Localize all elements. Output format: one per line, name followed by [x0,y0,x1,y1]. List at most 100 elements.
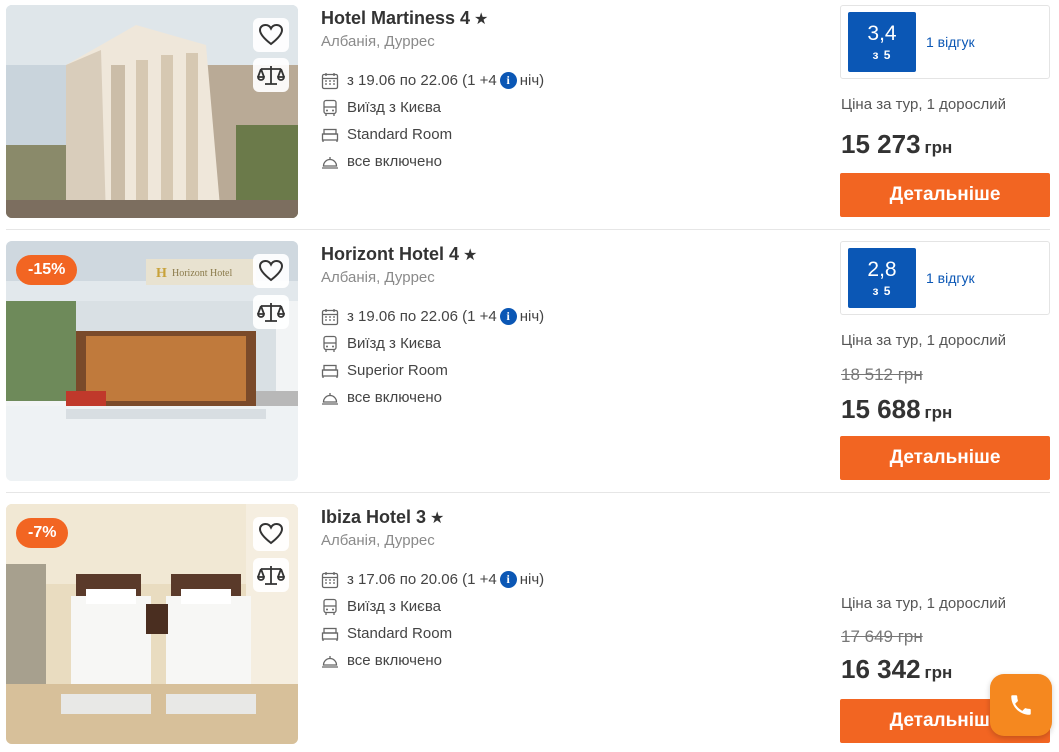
meal-text: все включено [347,652,442,669]
svg-text:H: H [156,266,167,281]
scales-icon [257,303,285,322]
meal-plan: все включено [321,647,544,674]
hotel-location: Албанія, Дуррес [321,532,435,549]
favorite-button[interactable] [253,18,289,52]
price: 15 273 грн [841,129,952,160]
cloche-icon [322,156,338,169]
old-price: 18 512 грн [841,365,923,384]
rating-value: 2,8 [867,257,897,281]
departure: Виїзд з Києва [321,593,544,620]
meal-plan: все включено [321,384,544,411]
price: 15 688 грн [841,394,952,425]
price-value: 15 688 [841,394,921,424]
meal-plan: все включено [321,148,544,175]
hotel-name[interactable]: Hotel Martiness 4 ★ [321,8,488,29]
reviews-link[interactable]: 1 відгук [926,34,975,50]
scales-icon [257,566,285,585]
star-icon: ★ [463,246,478,264]
tour-info: з 19.06 по 22.06 (1 +4 i ніч) Виїзд з Ки… [321,67,544,175]
dates-text: з 17.06 по 20.06 (1 +4 [347,571,497,588]
hotel-sign: Horizont Hotel [172,268,232,279]
price-label: Ціна за тур, 1 дорослий [841,595,1006,612]
details-button[interactable]: Детальніше [840,436,1050,480]
price-label: Ціна за тур, 1 дорослий [841,332,1006,349]
rating-box: 3,4 з 5 1 відгук [840,5,1050,79]
price-currency: грн [924,403,953,422]
room-type: Standard Room [321,121,544,148]
nights-text: ніч) [519,72,545,89]
favorite-button[interactable] [253,517,289,551]
info-icon[interactable]: i [499,308,517,325]
old-price: 17 649 грн [841,627,923,646]
star-icon: ★ [474,10,489,28]
room-text: Standard Room [347,625,453,642]
call-button[interactable] [990,674,1052,736]
dates-text: з 19.06 по 22.06 (1 +4 [347,72,497,89]
info-icon[interactable]: i [499,571,517,588]
calendar-icon [321,308,339,325]
price-label: Ціна за тур, 1 дорослий [841,96,1006,113]
bus-icon [323,335,337,352]
hotel-name-text[interactable]: Hotel Martiness 4 [321,8,470,29]
favorite-button[interactable] [253,254,289,288]
price-value: 15 273 [841,129,921,159]
room-text: Standard Room [347,126,453,143]
departure: Виїзд з Києва [321,94,544,121]
nights-text: ніч) [519,571,545,588]
rating-score: 3,4 з 5 [848,12,916,72]
cloche-icon [322,655,338,668]
scales-icon [257,66,285,85]
meal-text: все включено [347,389,442,406]
hotel-name[interactable]: Horizont Hotel 4 ★ [321,244,477,265]
compare-button[interactable] [253,558,289,592]
bus-icon [323,598,337,615]
discount-badge: -15% [16,255,78,285]
discount-badge: -7% [16,518,69,548]
departure: Виїзд з Києва [321,330,544,357]
info-icon[interactable]: i [499,72,517,89]
price-currency: грн [924,663,953,682]
compare-button[interactable] [253,295,289,329]
dates-text: з 19.06 по 22.06 (1 +4 [347,308,497,325]
hotel-name[interactable]: Ibiza Hotel 3 ★ [321,507,444,528]
rating-value: 3,4 [867,21,897,45]
tour-info: з 19.06 по 22.06 (1 +4 i ніч) Виїзд з Ки… [321,303,544,411]
calendar-icon [321,72,339,89]
tour-dates: з 17.06 по 20.06 (1 +4 i ніч) [321,566,544,593]
room-text: Superior Room [347,362,448,379]
nights-text: ніч) [519,308,545,325]
tour-dates: з 19.06 по 22.06 (1 +4 i ніч) [321,67,544,94]
rating-box: 2,8 з 5 1 відгук [840,241,1050,315]
phone-icon [1011,695,1031,715]
star-icon: ★ [430,509,445,527]
bed-icon [321,128,339,142]
reviews-link[interactable]: 1 відгук [926,270,975,286]
bed-icon [321,627,339,641]
heart-icon [258,259,284,282]
departure-text: Виїзд з Києва [347,99,441,116]
bed-icon [321,364,339,378]
rating-scale: з 5 [872,283,892,298]
tour-dates: з 19.06 по 22.06 (1 +4 i ніч) [321,303,544,330]
rating-scale: з 5 [872,47,892,62]
cloche-icon [322,392,338,405]
hotel-name-text[interactable]: Horizont Hotel 4 [321,244,459,265]
tour-info: з 17.06 по 20.06 (1 +4 i ніч) Виїзд з Ки… [321,566,544,674]
rating-score: 2,8 з 5 [848,248,916,308]
bus-icon [323,99,337,116]
price-currency: грн [924,138,953,157]
divider [6,229,1050,230]
room-type: Standard Room [321,620,544,647]
hotel-name-text[interactable]: Ibiza Hotel 3 [321,507,426,528]
hotel-location: Албанія, Дуррес [321,269,435,286]
departure-text: Виїзд з Києва [347,598,441,615]
price: 16 342 грн [841,654,952,685]
price-value: 16 342 [841,654,921,684]
compare-button[interactable] [253,58,289,92]
room-type: Superior Room [321,357,544,384]
divider [6,492,1050,493]
details-button[interactable]: Детальніше [840,173,1050,217]
hotel-location: Албанія, Дуррес [321,33,435,50]
meal-text: все включено [347,153,442,170]
heart-icon [258,23,284,46]
